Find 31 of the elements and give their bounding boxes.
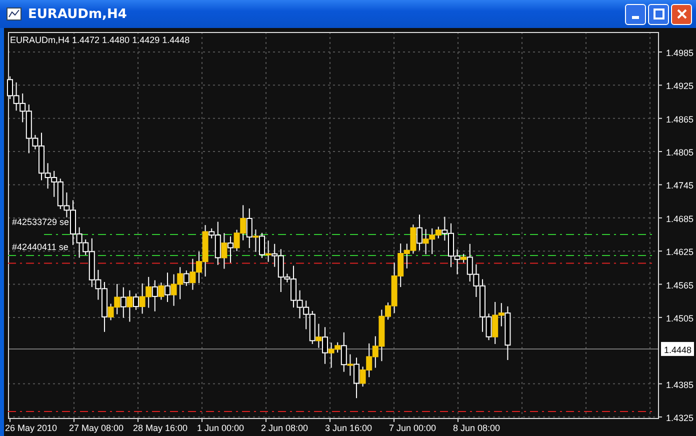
- price-label: 1.4925: [666, 81, 694, 92]
- price-label: 1.4685: [666, 214, 694, 224]
- time-label: 8 Jun 08:00: [453, 423, 500, 433]
- close-button[interactable]: [671, 4, 692, 24]
- time-label: 7 Jun 00:00: [389, 423, 436, 433]
- time-label: 28 May 16:00: [133, 423, 188, 433]
- price-label: 1.4385: [666, 380, 694, 390]
- order-label: #42440411 se: [12, 242, 68, 252]
- chart-app-icon: [6, 6, 22, 22]
- chart-header: EURAUDm,H4 1.4472 1.4480 1.4429 1.4448: [10, 35, 190, 45]
- time-label: 27 May 08:00: [69, 423, 124, 433]
- price-label: 1.4505: [666, 313, 694, 324]
- time-label: 3 Jun 16:00: [325, 423, 372, 433]
- close-icon: [676, 8, 688, 20]
- price-label: 1.4745: [666, 180, 694, 191]
- price-label: 1.4805: [666, 148, 694, 158]
- price-label: 1.4625: [666, 247, 694, 258]
- order-label: #42533729 se: [12, 217, 70, 227]
- maximize-button[interactable]: [648, 4, 669, 24]
- price-label: 1.4325: [666, 412, 694, 423]
- window-title: EURAUDm,H4: [28, 6, 128, 22]
- minimize-button[interactable]: [625, 4, 646, 24]
- time-label: 2 Jun 08:00: [261, 423, 308, 433]
- price-label: 1.4985: [666, 48, 694, 58]
- maximize-icon: [652, 8, 664, 20]
- current-price-tag: 1.4448: [661, 342, 694, 356]
- time-label: 26 May 2010: [5, 423, 58, 433]
- price-label: 1.4565: [666, 280, 694, 290]
- price-label: 1.4865: [666, 114, 694, 124]
- time-label: 1 Jun 00:00: [197, 423, 244, 433]
- minimize-icon: [632, 16, 639, 19]
